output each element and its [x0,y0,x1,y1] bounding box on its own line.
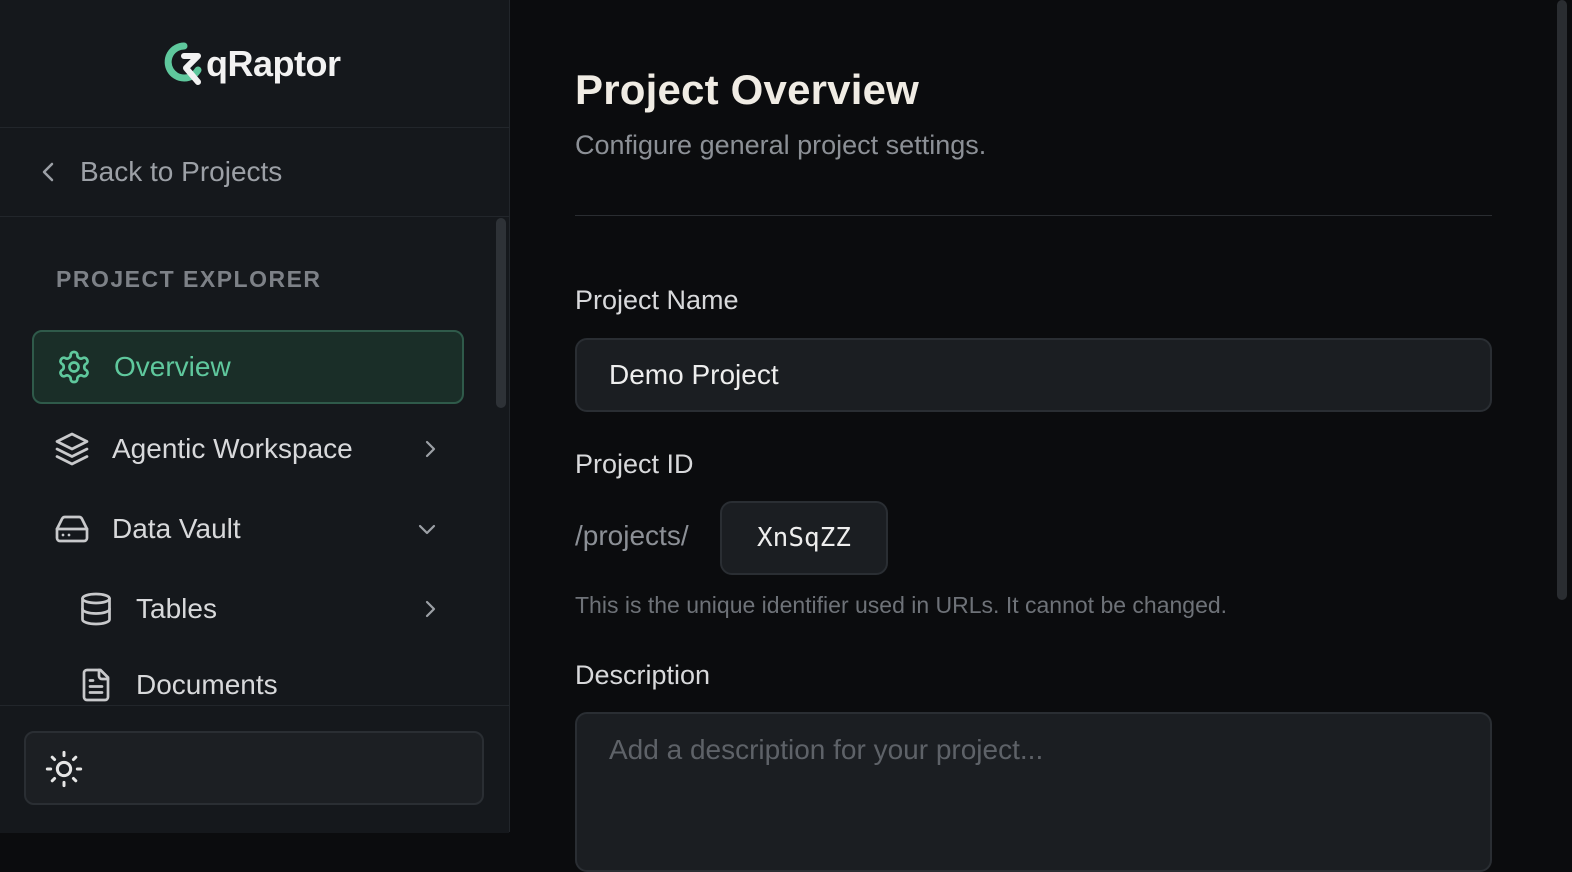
sidebar-item-label: Data Vault [112,513,241,544]
brand-name: qRaptor [206,43,341,84]
sun-icon [45,750,83,788]
description-textarea[interactable] [575,712,1492,872]
chevron-right-icon [425,600,436,618]
main-content: Project Overview Configure general proje… [511,0,1572,872]
sidebar-item-data-vault[interactable]: Data Vault [32,492,464,566]
hard-drive-icon [55,515,89,543]
sidebar-item-label: Agentic Workspace [112,433,353,464]
project-id-prefix: /projects/ [575,520,689,551]
back-to-projects-link[interactable]: Back to Projects [0,128,509,217]
layers-icon [55,432,89,466]
sidebar-item-label: Tables [136,593,217,624]
main-scrollbar[interactable] [1557,0,1567,600]
project-id-help-text: This is the unique identifier used in UR… [575,592,1228,618]
sidebar-footer [0,705,509,833]
project-explorer-heading: PROJECT EXPLORER [56,266,322,292]
sidebar-item-label: Documents [136,669,278,700]
database-icon [81,592,111,626]
project-id-label: Project ID [575,449,694,479]
project-name-input[interactable] [575,338,1492,412]
project-id-value: XnSqZZ [720,501,888,575]
sidebar-item-tables[interactable]: Tables [32,572,464,646]
chevron-down-icon [418,524,436,535]
description-label: Description [575,660,711,690]
sidebar: qRaptor Back to Projects PROJECT EXPLORE… [0,0,510,833]
project-name-label: Project Name [575,285,739,315]
sidebar-scrollbar[interactable] [496,218,506,408]
logo-area: qRaptor [0,0,509,128]
page-subtitle: Configure general project settings. [575,130,987,160]
divider [575,215,1492,216]
sidebar-item-label: Overview [114,351,231,382]
chevron-right-icon [425,440,436,458]
chevron-left-icon [42,162,54,182]
theme-toggle-button[interactable] [24,731,484,805]
sidebar-item-agentic-workspace[interactable]: Agentic Workspace [32,412,464,486]
file-text-icon [82,668,110,702]
gear-icon [59,350,89,384]
back-to-projects-label: Back to Projects [80,156,283,187]
qraptor-logo-icon [164,42,202,85]
sidebar-item-overview[interactable]: Overview [32,330,464,404]
brand-logo[interactable]: qRaptor [164,40,341,88]
page-title: Project Overview [575,66,920,113]
